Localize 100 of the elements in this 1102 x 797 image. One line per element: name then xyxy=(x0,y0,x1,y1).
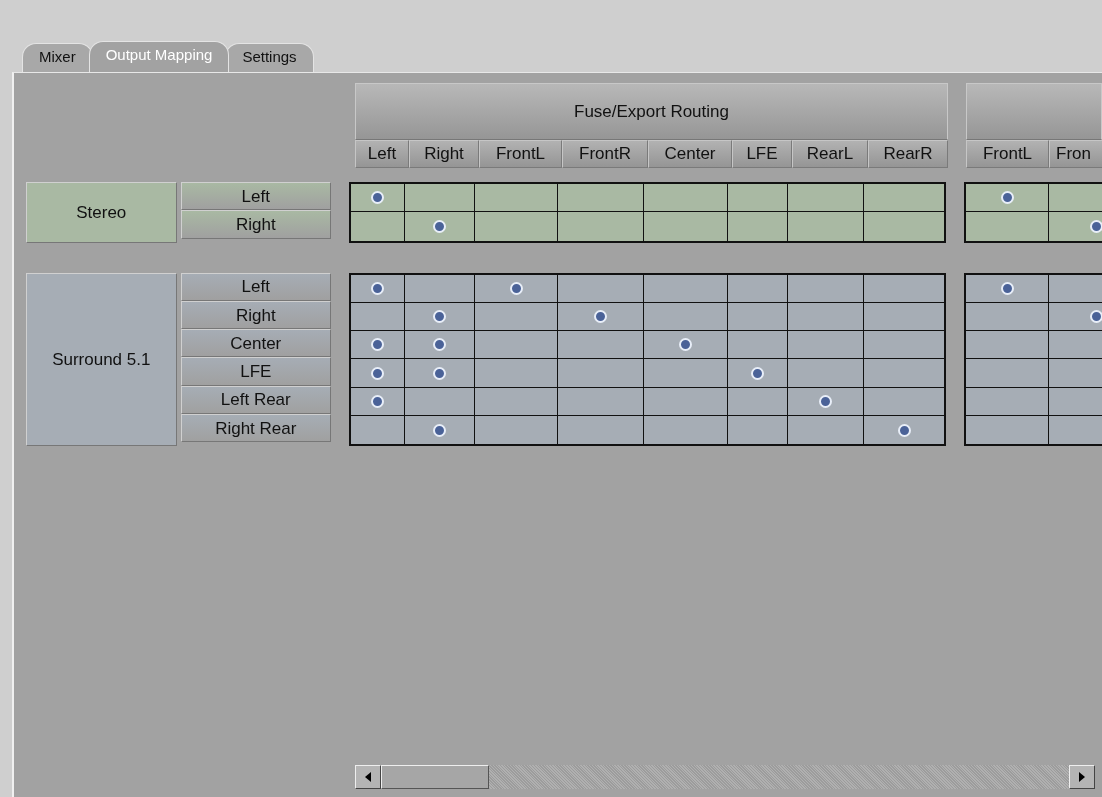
routing-cell[interactable] xyxy=(644,184,728,213)
routing-cell[interactable] xyxy=(1049,184,1102,213)
routing-cell[interactable] xyxy=(728,274,788,303)
routing-title: Fuse/Export Routing xyxy=(355,83,948,140)
routing-cell[interactable] xyxy=(1049,212,1102,241)
routing-cell[interactable] xyxy=(475,212,558,241)
routing-cell[interactable] xyxy=(1049,331,1102,360)
routing-cell[interactable] xyxy=(864,184,944,213)
routing-cell[interactable] xyxy=(558,302,644,332)
routing-cell[interactable] xyxy=(864,416,944,445)
column-header: FrontR xyxy=(562,140,648,168)
routing-cell[interactable] xyxy=(966,212,1049,241)
column-header: Fron xyxy=(1049,140,1102,168)
routing-cell[interactable] xyxy=(558,274,644,303)
scroll-right-button[interactable] xyxy=(1069,765,1095,789)
routing-cell[interactable] xyxy=(475,387,558,417)
routing-cell[interactable] xyxy=(864,212,944,241)
routing-cell[interactable] xyxy=(644,416,728,445)
routing-cell[interactable] xyxy=(728,359,788,388)
routing-cell[interactable] xyxy=(728,387,788,417)
routing-cell[interactable] xyxy=(864,331,944,360)
routing-cell[interactable] xyxy=(351,359,405,388)
right-arrow-icon xyxy=(1079,772,1085,782)
routing-cell[interactable] xyxy=(788,184,864,213)
routing-cell[interactable] xyxy=(644,302,728,332)
scroll-thumb[interactable] xyxy=(381,765,489,789)
routing-cell[interactable] xyxy=(558,212,644,241)
channel-label: Left Rear xyxy=(180,385,331,415)
routing-cell[interactable] xyxy=(788,212,864,241)
routing-cell[interactable] xyxy=(644,387,728,417)
routing-cell[interactable] xyxy=(966,359,1049,388)
routing-cell[interactable] xyxy=(1049,387,1102,417)
routing-cell[interactable] xyxy=(1049,274,1102,303)
routing-cell[interactable] xyxy=(788,302,864,332)
routing-cell[interactable] xyxy=(351,184,405,213)
group-label: Stereo xyxy=(26,182,177,243)
routing-cell[interactable] xyxy=(966,302,1049,332)
routing-cell[interactable] xyxy=(788,274,864,303)
routing-cell[interactable] xyxy=(728,212,788,241)
routing-cell[interactable] xyxy=(966,274,1049,303)
routing-cell[interactable] xyxy=(864,302,944,332)
routing-cell[interactable] xyxy=(475,416,558,445)
routing-cell[interactable] xyxy=(966,331,1049,360)
routing-cell[interactable] xyxy=(405,331,475,360)
routing-cell[interactable] xyxy=(864,359,944,388)
routing-cell[interactable] xyxy=(475,359,558,388)
column-header: RearL xyxy=(792,140,868,168)
routing-cell[interactable] xyxy=(864,387,944,417)
routing-cell[interactable] xyxy=(405,387,475,417)
routing-cell[interactable] xyxy=(788,416,864,445)
routing-cell[interactable] xyxy=(966,184,1049,213)
routing-cell[interactable] xyxy=(558,359,644,388)
scroll-left-button[interactable] xyxy=(355,765,381,789)
channel-label: Center xyxy=(180,329,331,358)
left-arrow-icon xyxy=(365,772,371,782)
routing-cell[interactable] xyxy=(351,416,405,445)
routing-cell[interactable] xyxy=(351,302,405,332)
routing-cell[interactable] xyxy=(475,184,558,213)
routing-cell[interactable] xyxy=(405,359,475,388)
routing-cell[interactable] xyxy=(405,212,475,241)
routing-cell[interactable] xyxy=(558,387,644,417)
routing-cell[interactable] xyxy=(351,387,405,417)
horizontal-scrollbar[interactable] xyxy=(355,765,1095,789)
routing-cell[interactable] xyxy=(864,274,944,303)
routing-cell[interactable] xyxy=(966,387,1049,417)
routing-cell[interactable] xyxy=(475,302,558,332)
routing-cell[interactable] xyxy=(1049,302,1102,332)
column-header: Left xyxy=(355,140,409,168)
routing-cell[interactable] xyxy=(1049,359,1102,388)
routing-cell[interactable] xyxy=(475,331,558,360)
routing-cell[interactable] xyxy=(405,274,475,303)
channel-label: Left xyxy=(180,182,331,211)
routing-cell[interactable] xyxy=(558,331,644,360)
channel-label: Left xyxy=(180,272,331,301)
routing-cell[interactable] xyxy=(788,387,864,417)
routing-cell[interactable] xyxy=(475,274,558,303)
routing-cell[interactable] xyxy=(644,359,728,388)
channel-label: Right xyxy=(180,210,331,239)
routing-cell[interactable] xyxy=(788,359,864,388)
routing-cell[interactable] xyxy=(728,302,788,332)
routing-cell[interactable] xyxy=(405,184,475,213)
routing-cell[interactable] xyxy=(558,184,644,213)
routing-cell[interactable] xyxy=(405,302,475,332)
routing-cell[interactable] xyxy=(644,274,728,303)
routing-cell[interactable] xyxy=(351,212,405,241)
routing-cell[interactable] xyxy=(644,331,728,360)
routing-cell[interactable] xyxy=(728,331,788,360)
routing-cell[interactable] xyxy=(558,416,644,445)
column-header: RearR xyxy=(868,140,948,168)
routing-cell[interactable] xyxy=(728,184,788,213)
routing-cell[interactable] xyxy=(644,212,728,241)
routing-cell[interactable] xyxy=(728,416,788,445)
routing-cell[interactable] xyxy=(966,416,1049,445)
routing-cell[interactable] xyxy=(405,416,475,445)
routing-cell[interactable] xyxy=(351,274,405,303)
channel-label: LFE xyxy=(180,357,331,386)
routing-cell[interactable] xyxy=(788,331,864,360)
column-header: LFE xyxy=(732,140,792,168)
routing-cell[interactable] xyxy=(351,331,405,360)
routing-cell[interactable] xyxy=(1049,416,1102,445)
